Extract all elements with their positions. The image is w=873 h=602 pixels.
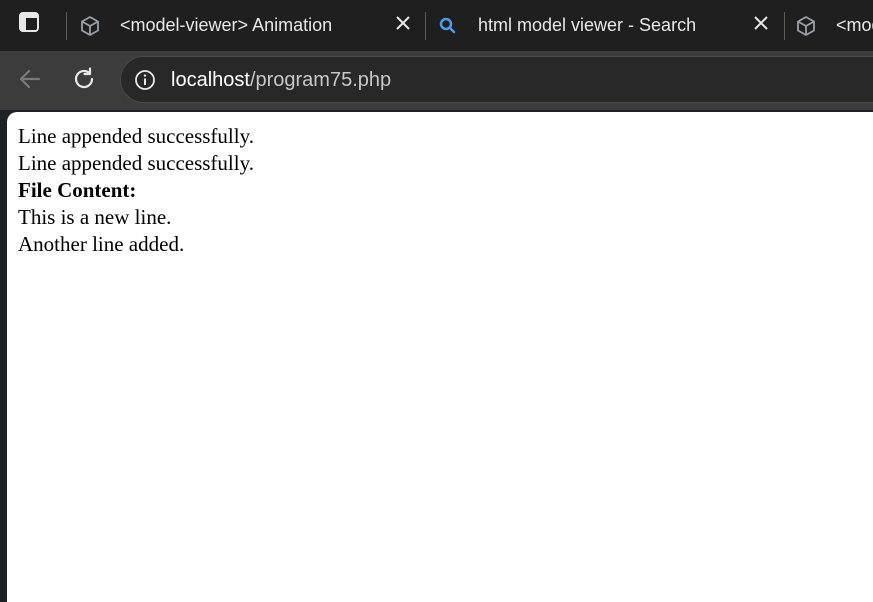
status-message: Line appended successfully. xyxy=(18,124,254,148)
close-icon xyxy=(753,15,769,36)
tab-actions-icon xyxy=(18,11,40,38)
reload-icon xyxy=(71,66,97,97)
browser-toolbar: localhost/program75.php xyxy=(0,51,873,110)
site-info-icon[interactable] xyxy=(133,68,157,92)
file-content-heading: File Content: xyxy=(18,178,137,202)
back-arrow-icon xyxy=(17,66,43,97)
tab-title: <model-viewer> Animation xyxy=(120,15,333,35)
tab-separator xyxy=(66,12,67,40)
tab-strip: <model-viewer> Animation html model view… xyxy=(0,0,873,51)
file-line: This is a new line. xyxy=(18,205,172,229)
tab-model-viewer-partial[interactable]: <mod xyxy=(794,0,873,51)
reload-button[interactable] xyxy=(67,64,101,98)
cube-icon xyxy=(78,14,102,38)
address-bar[interactable]: localhost/program75.php xyxy=(120,56,873,103)
cube-icon xyxy=(794,14,818,38)
status-message: Line appended successfully. xyxy=(18,151,254,175)
back-button[interactable] xyxy=(13,64,47,98)
address-url[interactable]: localhost/program75.php xyxy=(171,69,391,92)
close-icon xyxy=(395,15,411,36)
page-text: Line appended successfully. Line appende… xyxy=(18,123,254,258)
close-tab-button[interactable] xyxy=(749,13,773,37)
file-line: Another line added. xyxy=(18,232,185,256)
url-host: localhost xyxy=(171,69,250,91)
tab-actions-button[interactable] xyxy=(14,11,44,38)
page-content: Line appended successfully. Line appende… xyxy=(7,112,873,602)
tab-separator xyxy=(784,12,785,40)
close-tab-button[interactable] xyxy=(391,13,415,37)
search-icon xyxy=(436,14,460,38)
tab-model-viewer-animation[interactable]: <model-viewer> Animation xyxy=(78,0,332,51)
tab-title: html model viewer - Search xyxy=(478,15,697,35)
url-path: /program75.php xyxy=(249,69,392,91)
tab-html-model-viewer-search[interactable]: html model viewer - Search xyxy=(436,0,696,51)
tab-title: <mod xyxy=(836,15,873,35)
tab-separator xyxy=(425,12,426,40)
